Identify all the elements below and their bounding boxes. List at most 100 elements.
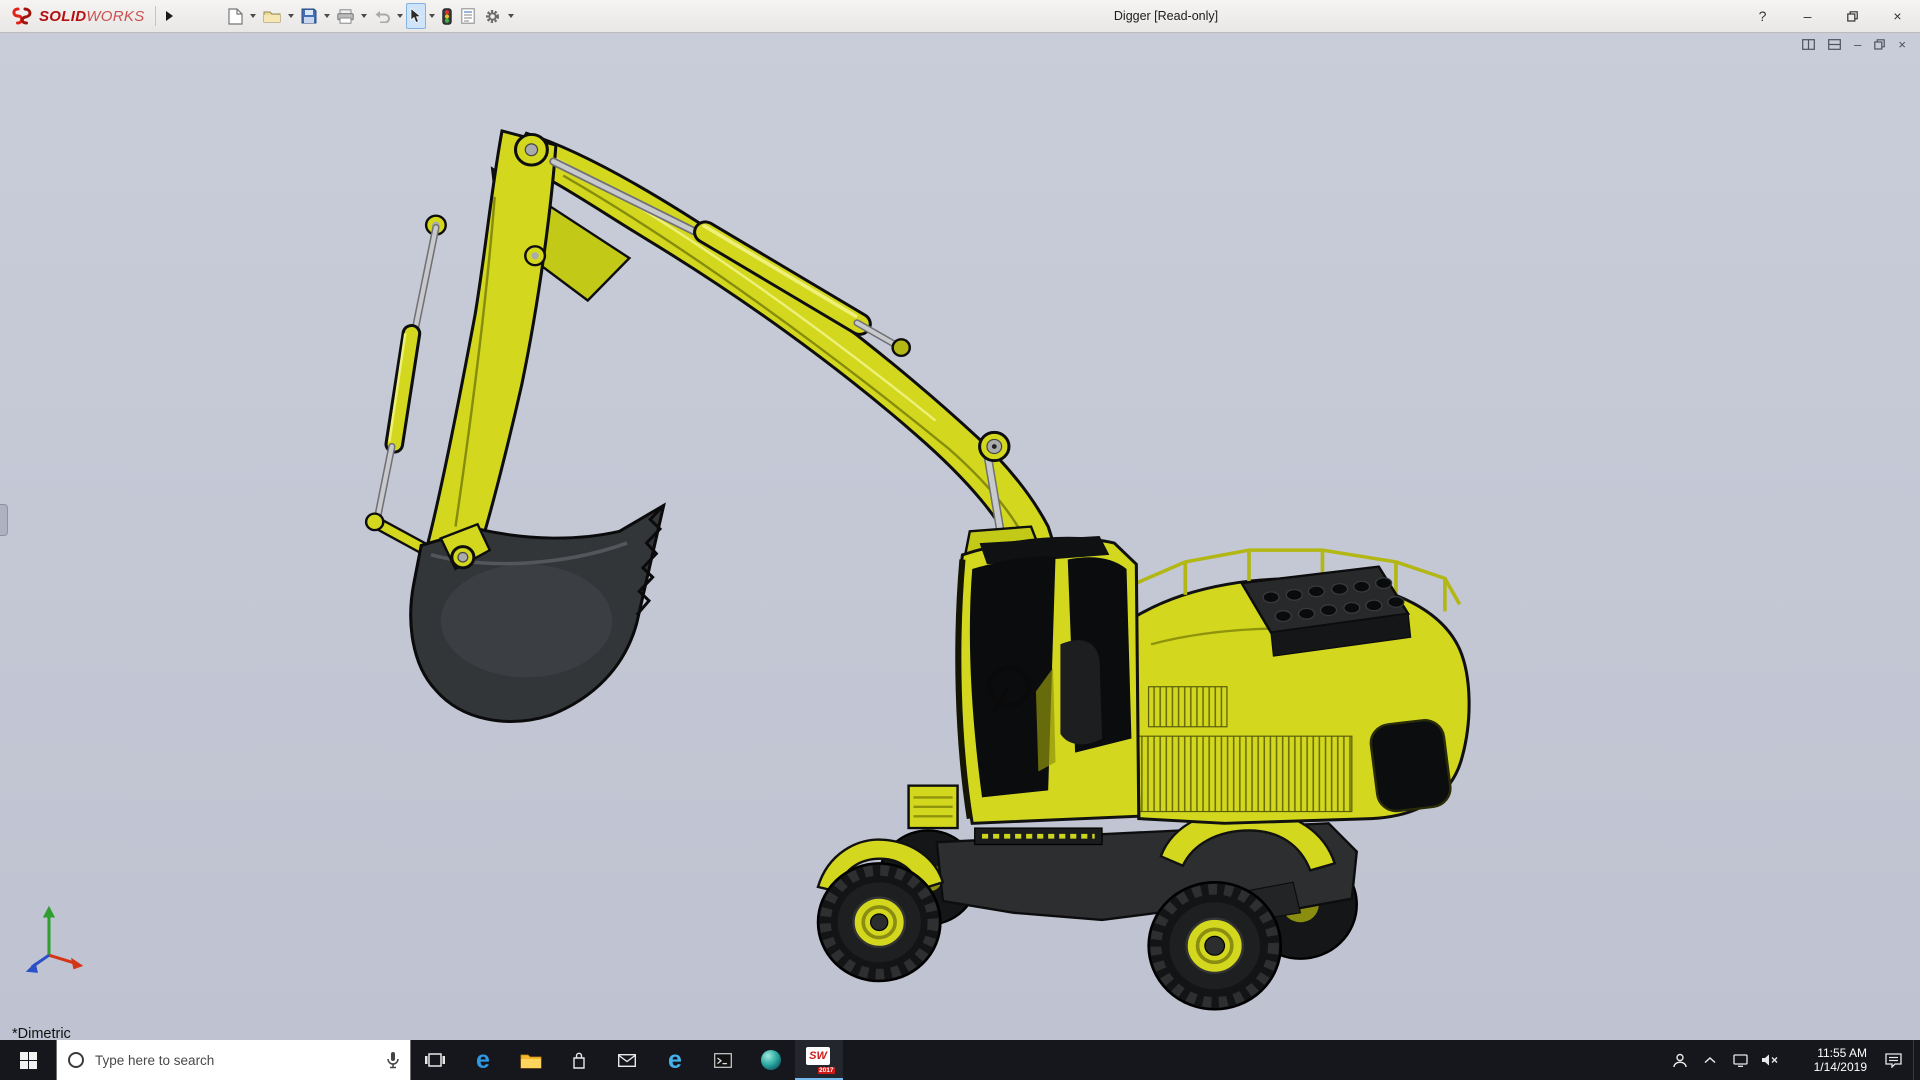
- start-button[interactable]: [0, 1040, 56, 1080]
- network-icon: [1733, 1054, 1748, 1067]
- save-icon: [301, 8, 317, 24]
- front-wheel[interactable]: [818, 863, 940, 981]
- options-dropdown-caret[interactable]: [508, 14, 514, 18]
- restore-button[interactable]: [1830, 0, 1875, 32]
- internet-explorer-icon: e: [668, 1048, 682, 1073]
- open-button[interactable]: [259, 3, 285, 29]
- undo-button[interactable]: [370, 3, 394, 29]
- split-pane-icon[interactable]: [1802, 39, 1815, 50]
- mail-icon: [618, 1054, 636, 1067]
- rebuild-button[interactable]: [438, 3, 456, 29]
- command-prompt-button[interactable]: [699, 1040, 747, 1080]
- people-button[interactable]: [1665, 1040, 1695, 1080]
- doc-minimize-button[interactable]: –: [1854, 38, 1861, 51]
- windows-logo-icon: [20, 1052, 37, 1069]
- command-prompt-icon: [714, 1053, 732, 1068]
- task-view-icon: [425, 1052, 445, 1068]
- options-button[interactable]: [480, 3, 505, 29]
- horizontal-pane-icon[interactable]: [1828, 39, 1841, 50]
- file-properties-button[interactable]: [457, 3, 479, 29]
- print-dropdown-caret[interactable]: [361, 14, 367, 18]
- mail-button[interactable]: [603, 1040, 651, 1080]
- print-icon: [337, 9, 354, 24]
- new-document-icon: [228, 8, 243, 25]
- select-dropdown-caret[interactable]: [429, 14, 435, 18]
- new-document-button[interactable]: [224, 3, 247, 29]
- boom-assembly[interactable]: [426, 131, 1058, 567]
- cab[interactable]: [909, 536, 1139, 845]
- boom-main[interactable]: [512, 133, 1058, 564]
- solidworks-2017-icon: SW 2017: [806, 1047, 832, 1073]
- select-tool-button[interactable]: [406, 3, 426, 29]
- hidden-icons-button[interactable]: [1695, 1040, 1725, 1080]
- orientation-triad: [26, 906, 84, 973]
- edge-icon: e: [476, 1048, 490, 1073]
- bucket[interactable]: [411, 505, 664, 721]
- graphics-viewport[interactable]: – × *Dimetric: [0, 32, 1920, 1040]
- cortana-icon: [67, 1051, 85, 1069]
- undo-icon: [374, 10, 390, 23]
- taskbar-search-box[interactable]: [56, 1040, 411, 1080]
- doc-close-button[interactable]: ×: [1898, 38, 1906, 51]
- gear-icon: [484, 8, 501, 25]
- solidworks-app-button[interactable]: [747, 1040, 795, 1080]
- network-button[interactable]: [1725, 1040, 1755, 1080]
- help-button[interactable]: ?: [1740, 0, 1785, 32]
- document-title: Digger [Read-only]: [1114, 0, 1218, 32]
- doc-restore-button[interactable]: [1874, 39, 1885, 50]
- front-vents: [1149, 687, 1227, 727]
- solidworks-2017-button[interactable]: SW 2017: [795, 1040, 843, 1080]
- task-view-button[interactable]: [411, 1040, 459, 1080]
- solidworks-sphere-icon: [760, 1049, 782, 1071]
- quick-access-toolbar: [224, 3, 516, 29]
- window-controls: ? – ×: [1740, 0, 1920, 32]
- side-vents: [1109, 736, 1351, 811]
- rebuild-stoplight-icon: [442, 8, 452, 25]
- restore-icon: [1847, 11, 1858, 22]
- microphone-icon[interactable]: [386, 1051, 400, 1069]
- body-side-window: [1369, 718, 1453, 813]
- select-cursor-icon: [410, 8, 422, 24]
- store-button[interactable]: [555, 1040, 603, 1080]
- sw-version-badge: 2017: [818, 1067, 835, 1074]
- divider: [155, 6, 156, 26]
- open-folder-icon: [263, 9, 281, 23]
- action-center-button[interactable]: [1873, 1040, 1913, 1080]
- search-input[interactable]: [93, 1052, 378, 1069]
- brand-text: SOLIDWORKS: [39, 8, 145, 25]
- windows-taskbar: e e: [0, 1040, 1920, 1080]
- show-desktop-button[interactable]: [1913, 1040, 1920, 1080]
- store-icon: [571, 1052, 587, 1069]
- action-center-icon: [1885, 1053, 1902, 1068]
- volume-button[interactable]: [1755, 1040, 1785, 1080]
- close-button[interactable]: ×: [1875, 0, 1920, 32]
- chevron-up-icon: [1704, 1056, 1716, 1064]
- print-button[interactable]: [333, 3, 358, 29]
- save-dropdown-caret[interactable]: [324, 14, 330, 18]
- clock-time: 11:55 AM: [1817, 1046, 1867, 1060]
- excavator-model[interactable]: [0, 32, 1920, 1040]
- panel-splitter-handle[interactable]: [0, 504, 8, 536]
- file-explorer-button[interactable]: [507, 1040, 555, 1080]
- dipper-stick[interactable]: [426, 131, 556, 567]
- system-tray: 11:55 AM 1/14/2019: [1665, 1040, 1920, 1080]
- file-explorer-icon: [520, 1052, 542, 1069]
- ds-swirl-icon: [10, 7, 34, 25]
- solidworks-logo: SOLIDWORKS: [0, 7, 151, 25]
- undo-dropdown-caret[interactable]: [397, 14, 403, 18]
- rear-wheel[interactable]: [1149, 882, 1281, 1009]
- new-dropdown-caret[interactable]: [250, 14, 256, 18]
- save-button[interactable]: [297, 3, 321, 29]
- clock-date: 1/14/2019: [1814, 1060, 1867, 1074]
- document-window-controls: – ×: [1802, 38, 1906, 51]
- machine-body[interactable]: [1109, 550, 1469, 823]
- edge-button[interactable]: e: [459, 1040, 507, 1080]
- people-icon: [1672, 1053, 1688, 1068]
- file-properties-icon: [461, 8, 475, 24]
- minimize-button[interactable]: –: [1785, 0, 1830, 32]
- taskbar-clock[interactable]: 11:55 AM 1/14/2019: [1785, 1040, 1873, 1080]
- internet-explorer-button[interactable]: e: [651, 1040, 699, 1080]
- menu-flyout-arrow-icon[interactable]: [166, 11, 178, 21]
- volume-muted-icon: [1761, 1053, 1779, 1067]
- open-dropdown-caret[interactable]: [288, 14, 294, 18]
